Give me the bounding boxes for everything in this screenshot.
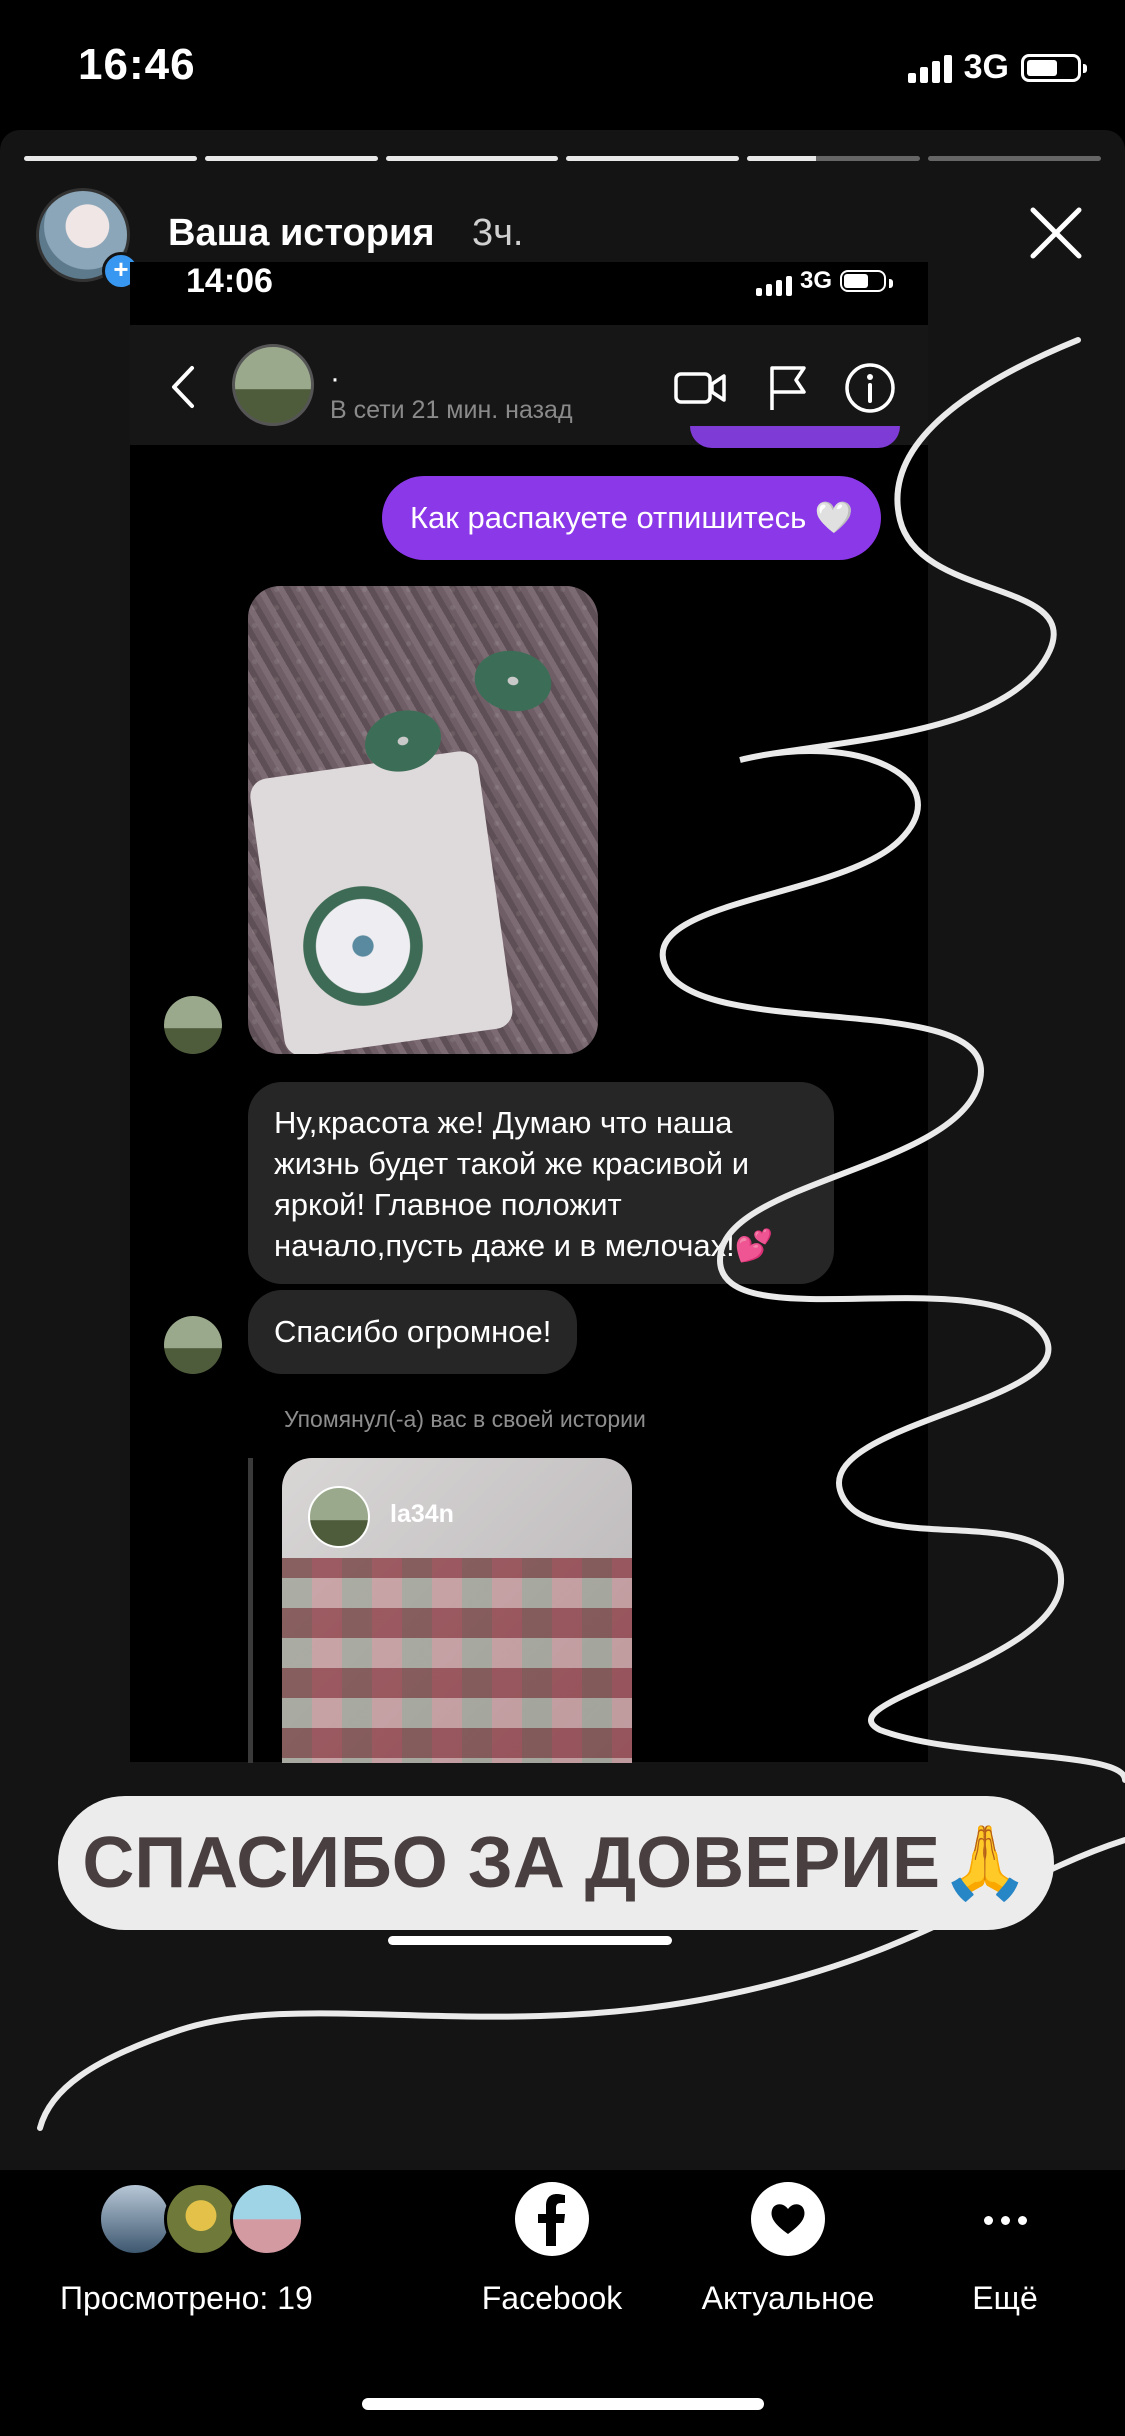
message-bubble-partial (690, 426, 900, 448)
facebook-icon[interactable] (515, 2182, 589, 2256)
chat-peer-name: · (330, 362, 340, 395)
screenshot-home-indicator (388, 1936, 672, 1945)
status-time: 16:46 (78, 40, 196, 89)
incoming-message: Спасибо огромное! (248, 1290, 578, 1374)
facebook-label[interactable]: Facebook (470, 2280, 634, 2317)
network-type: 3G (963, 48, 1009, 86)
viewer-avatar (98, 2182, 172, 2256)
viewer-avatar (230, 2182, 304, 2256)
close-icon[interactable] (1023, 200, 1089, 266)
battery-icon (840, 270, 894, 292)
back-arrow-icon (172, 366, 194, 408)
viewer-avatar (164, 2182, 238, 2256)
info-icon (845, 363, 895, 413)
network-type: 3G (800, 267, 833, 294)
photo-bow (462, 638, 564, 724)
progress-segment (385, 156, 559, 161)
story-caption: СПАСИБО ЗА ДОВЕРИЕ🙏 (58, 1796, 1054, 1930)
battery-icon (1021, 53, 1087, 82)
preview-image (282, 1558, 632, 1763)
flag-icon (770, 366, 806, 410)
progress-segment (204, 156, 378, 161)
progress-segment (747, 156, 921, 161)
message-photo (248, 586, 598, 1054)
photo-rose (303, 886, 423, 1006)
screenshot-time: 14:06 (186, 262, 273, 300)
progress-segment (928, 156, 1101, 161)
sender-avatar (164, 996, 222, 1054)
reply-bar (248, 1458, 253, 1763)
chat-peer-status: В сети 21 мин. назад (330, 396, 573, 424)
highlight-heart-icon[interactable] (751, 2182, 825, 2256)
status-indicators: 3G (907, 48, 1087, 87)
viewer-avatars[interactable] (98, 2182, 310, 2260)
story-title[interactable]: Ваша история (168, 212, 435, 255)
highlights-label[interactable]: Актуальное (680, 2280, 896, 2317)
views-count[interactable]: Просмотрено: 19 (60, 2280, 313, 2317)
more-icon[interactable] (968, 2190, 1042, 2250)
mentioned-story-avatar (308, 1486, 370, 1548)
progress-segment (566, 156, 740, 161)
story-progress (24, 156, 1101, 161)
signal-icon (756, 266, 792, 296)
story-age: 3ч. (472, 212, 524, 254)
mentioned-story-user: la34n (390, 1500, 454, 1528)
progress-segment (24, 156, 197, 161)
home-indicator[interactable] (362, 2398, 764, 2410)
screenshot-status-indicators: 3G (756, 266, 894, 296)
incoming-message: Ну,красота же! Думаю что наша жизнь буде… (248, 1082, 834, 1284)
video-call-icon (674, 372, 726, 404)
chat-avatar (232, 344, 314, 426)
more-label[interactable]: Ещё (950, 2280, 1060, 2317)
outgoing-message: Как распакуете отпишитесь 🤍 (382, 476, 882, 560)
mention-notice: Упомянул(-а) вас в своей истории (284, 1406, 646, 1432)
signal-icon (907, 53, 952, 83)
sender-avatar (164, 1316, 222, 1374)
